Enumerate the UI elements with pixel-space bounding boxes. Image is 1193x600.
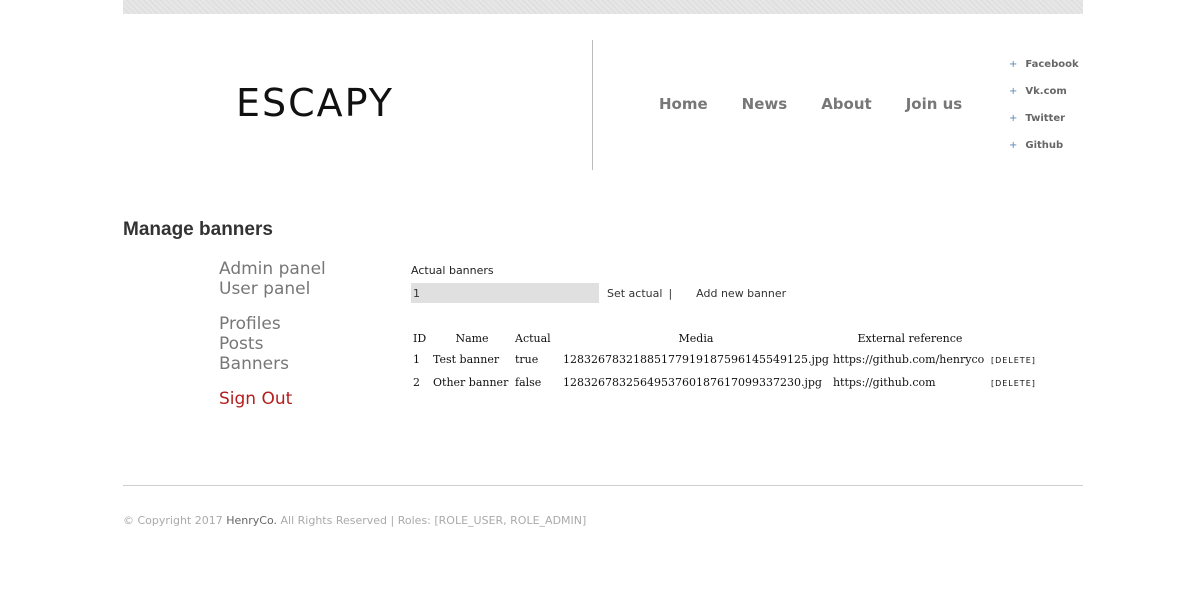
sidebar-item-profiles[interactable]: Profiles xyxy=(219,314,326,334)
cell-media: 12832678321885177919187596145549125.jpg xyxy=(563,353,829,366)
cell-actual: true xyxy=(515,353,539,366)
nav-news-link[interactable]: News xyxy=(742,94,788,114)
cell-name: Test banner xyxy=(433,353,500,366)
social-label: Twitter xyxy=(1025,113,1066,124)
sidebar-item-admin-panel[interactable]: Admin panel xyxy=(219,259,326,279)
social-item-twitter[interactable]: + Twitter xyxy=(1009,112,1079,139)
table-row: 1 Test banner true 128326783218851779191… xyxy=(411,348,1049,371)
plus-icon: + xyxy=(1009,140,1018,151)
main-nav: Home News About Join us xyxy=(659,94,996,114)
social-item-facebook[interactable]: + Facebook xyxy=(1009,58,1079,85)
sidebar-item-user-panel[interactable]: User panel xyxy=(219,279,326,299)
actual-banners-label: Actual banners xyxy=(411,264,494,277)
table-header-row: ID Name Actual Media External reference xyxy=(411,328,1049,348)
sidebar-nav: Admin panel User panel Profiles Posts Ba… xyxy=(219,259,326,409)
actual-banner-input[interactable] xyxy=(411,283,599,303)
nav-join-us-link[interactable]: Join us xyxy=(906,94,963,114)
sidebar-item-banners[interactable]: Banners xyxy=(219,354,326,374)
nav-about-link[interactable]: About xyxy=(821,94,872,114)
column-header-external-reference: External reference xyxy=(857,331,963,345)
cell-name: Other banner xyxy=(433,376,509,389)
page-title: Manage banners xyxy=(123,219,273,240)
add-new-banner-link[interactable]: Add new banner xyxy=(696,287,786,300)
column-header-delete xyxy=(989,328,1049,348)
footer-roles: All Rights Reserved | Roles: [ROLE_USER,… xyxy=(280,514,587,527)
social-links: + Facebook + Vk.com + Twitter + Github xyxy=(1009,58,1079,166)
banners-table: ID Name Actual Media External reference … xyxy=(411,328,1049,394)
cell-media: 1283267832564953760187617099337230.jpg xyxy=(563,376,822,389)
social-label: Facebook xyxy=(1025,59,1079,70)
set-actual-link[interactable]: Set actual xyxy=(607,287,662,300)
footer-divider xyxy=(123,485,1083,486)
cell-id: 2 xyxy=(413,376,420,389)
nav-home-link[interactable]: Home xyxy=(659,94,708,114)
plus-icon: + xyxy=(1009,59,1018,70)
actual-banners-section: Actual banners Set actual | Add new bann… xyxy=(411,264,786,303)
delete-button[interactable]: [DELETE] xyxy=(991,379,1036,388)
cell-id: 1 xyxy=(413,353,420,366)
sign-out-link[interactable]: Sign Out xyxy=(219,389,326,409)
column-header-actual: Actual xyxy=(515,331,551,345)
table-row: 2 Other banner false 1283267832564953760… xyxy=(411,371,1049,394)
delete-button[interactable]: [DELETE] xyxy=(991,356,1036,365)
cell-actual: false xyxy=(515,376,542,389)
column-header-name: Name xyxy=(455,331,489,345)
footer: © Copyright 2017 HenryCo. All Rights Res… xyxy=(123,514,586,527)
social-item-vk[interactable]: + Vk.com xyxy=(1009,85,1079,112)
plus-icon: + xyxy=(1009,86,1018,97)
social-label: Github xyxy=(1025,140,1064,151)
social-item-github[interactable]: + Github xyxy=(1009,139,1079,166)
cell-external-reference: https://github.com xyxy=(832,376,936,389)
column-header-id: ID xyxy=(413,331,427,345)
header-divider xyxy=(592,40,593,170)
separator: | xyxy=(668,286,673,300)
sidebar-item-posts[interactable]: Posts xyxy=(219,334,326,354)
site-logo[interactable]: ESCAPY xyxy=(236,84,394,122)
top-decorative-strip xyxy=(123,0,1083,14)
plus-icon: + xyxy=(1009,113,1018,124)
footer-copyright: © Copyright 2017 xyxy=(123,514,223,527)
column-header-media: Media xyxy=(678,331,714,345)
footer-brand-link[interactable]: HenryCo. xyxy=(226,514,277,527)
social-label: Vk.com xyxy=(1025,86,1067,97)
cell-external-reference: https://github.com/henryco xyxy=(832,353,985,366)
